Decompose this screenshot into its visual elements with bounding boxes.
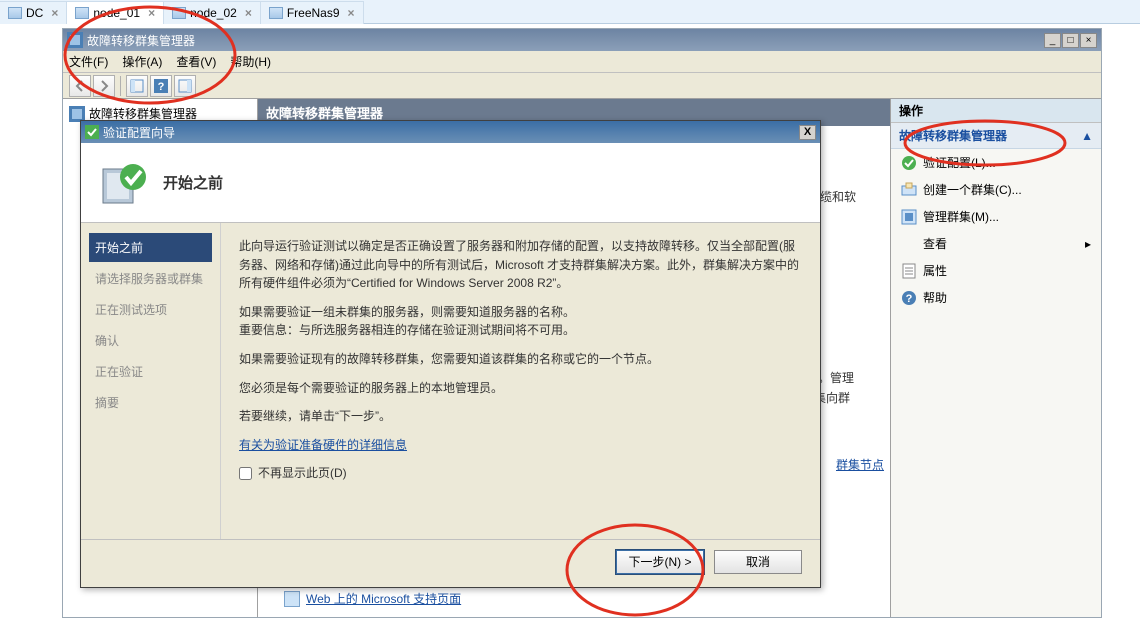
menubar: 文件(F) 操作(A) 查看(V) 帮助(H) <box>63 51 1101 73</box>
vm-tab-bar: DC × node_01 × node_02 × FreeNas9 × <box>0 0 1140 24</box>
action-validate-config[interactable]: 验证配置(L)... <box>891 149 1101 176</box>
action-label: 管理群集(M)... <box>923 208 999 225</box>
action-help[interactable]: ? 帮助 <box>891 284 1101 311</box>
wizard-step-validating: 正在验证 <box>89 357 212 386</box>
vm-tab[interactable]: DC × <box>0 1 67 24</box>
vm-tab-label: node_02 <box>190 6 237 20</box>
dont-show-again-input[interactable] <box>239 467 252 480</box>
wizard-titlebar[interactable]: 验证配置向导 X <box>81 121 820 143</box>
wizard-para: 如果需要验证现有的故障转移群集，您需要知道该群集的名称或它的一个节点。 <box>239 350 802 369</box>
action-label: 创建一个群集(C)... <box>923 181 1022 198</box>
action-label: 属性 <box>923 262 947 279</box>
vm-tab-label: FreeNas9 <box>287 6 340 20</box>
action-properties[interactable]: 属性 <box>891 257 1101 284</box>
forward-button[interactable] <box>93 75 115 97</box>
monitor-icon <box>75 7 89 19</box>
maximize-button[interactable]: □ <box>1062 33 1079 48</box>
link-cluster-nodes[interactable]: 群集节点 <box>836 458 884 472</box>
validate-config-wizard: 验证配置向导 X 开始之前 开始之前 请选择服务器或群集 正在测试选项 确认 正… <box>80 120 821 588</box>
close-icon[interactable]: × <box>348 6 355 20</box>
wizard-header: 开始之前 <box>81 143 820 223</box>
action-create-cluster[interactable]: 创建一个群集(C)... <box>891 176 1101 203</box>
menu-action[interactable]: 操作(A) <box>122 53 162 70</box>
wizard-para: 如果需要验证一组未群集的服务器，则需要知道服务器的名称。 重要信息：与所选服务器… <box>239 303 802 340</box>
wizard-step-testopt: 正在测试选项 <box>89 295 212 324</box>
vm-tab-label: node_01 <box>93 6 140 20</box>
action-manage-cluster[interactable]: 管理群集(M)... <box>891 203 1101 230</box>
actions-header-label: 故障转移群集管理器 <box>899 127 1007 144</box>
link-ms-support[interactable]: Web 上的 Microsoft 支持页面 <box>306 590 461 607</box>
wizard-icon <box>85 125 99 139</box>
wizard-header-icon <box>101 159 149 207</box>
wizard-step-confirm: 确认 <box>89 326 212 355</box>
help-icon: ? <box>901 290 917 306</box>
back-button[interactable] <box>69 75 91 97</box>
vm-tab[interactable]: FreeNas9 × <box>261 1 364 24</box>
web-icon <box>284 591 300 607</box>
app-title: 故障转移群集管理器 <box>87 32 195 49</box>
wizard-para: 若要继续，请单击“下一步”。 <box>239 407 802 426</box>
next-button[interactable]: 下一步(N) > <box>616 550 704 574</box>
cancel-button[interactable]: 取消 <box>714 550 802 574</box>
action-label: 查看 <box>923 235 947 252</box>
menu-view[interactable]: 查看(V) <box>176 53 216 70</box>
wizard-button-bar: 下一步(N) > 取消 <box>81 539 820 583</box>
svg-text:?: ? <box>906 293 913 305</box>
menu-file[interactable]: 文件(F) <box>69 53 108 70</box>
collapse-icon[interactable]: ▲ <box>1081 129 1093 143</box>
wizard-para: 此向导运行验证测试以确定是否正确设置了服务器和附加存储的配置，以支持故障转移。仅… <box>239 237 802 293</box>
show-hide-action-button[interactable] <box>174 75 196 97</box>
svg-text:?: ? <box>158 81 165 93</box>
wizard-step-before[interactable]: 开始之前 <box>89 233 212 262</box>
menu-help[interactable]: 帮助(H) <box>230 53 271 70</box>
wizard-para: 您必须是每个需要验证的服务器上的本地管理员。 <box>239 379 802 398</box>
wizard-step-select: 请选择服务器或群集 <box>89 264 212 293</box>
toolbar: ? <box>63 73 1101 99</box>
close-button[interactable]: × <box>1080 33 1097 48</box>
action-label: 验证配置(L)... <box>923 154 996 171</box>
app-icon <box>67 32 83 48</box>
validate-icon <box>901 155 917 171</box>
properties-icon <box>901 263 917 279</box>
link-hardware-info[interactable]: 有关为验证准备硬件的详细信息 <box>239 438 407 452</box>
help-button[interactable]: ? <box>150 75 172 97</box>
monitor-icon <box>269 7 283 19</box>
dont-show-again-checkbox[interactable]: 不再显示此页(D) <box>239 464 802 483</box>
wizard-nav: 开始之前 请选择服务器或群集 正在测试选项 确认 正在验证 摘要 <box>81 223 221 539</box>
actions-header: 故障转移群集管理器 ▲ <box>891 123 1101 149</box>
vm-tab[interactable]: node_01 × <box>67 1 164 24</box>
actions-pane-title: 操作 <box>891 99 1101 123</box>
titlebar: 故障转移群集管理器 _ □ × <box>63 29 1101 51</box>
close-icon[interactable]: × <box>245 6 252 20</box>
separator <box>120 76 121 96</box>
wizard-body: 开始之前 请选择服务器或群集 正在测试选项 确认 正在验证 摘要 此向导运行验证… <box>81 223 820 539</box>
action-label: 帮助 <box>923 289 947 306</box>
wizard-heading: 开始之前 <box>163 172 223 193</box>
monitor-icon <box>8 7 22 19</box>
wizard-title: 验证配置向导 <box>103 124 175 141</box>
action-view[interactable]: 查看 ▸ <box>891 230 1101 257</box>
close-button[interactable]: X <box>799 125 816 140</box>
manage-cluster-icon <box>901 209 917 225</box>
vm-tab-label: DC <box>26 6 43 20</box>
wizard-content: 此向导运行验证测试以确定是否正确设置了服务器和附加存储的配置，以支持故障转移。仅… <box>221 223 820 539</box>
wizard-step-summary: 摘要 <box>89 388 212 417</box>
monitor-icon <box>172 7 186 19</box>
submenu-arrow-icon: ▸ <box>1085 237 1091 251</box>
actions-pane: 操作 故障转移群集管理器 ▲ 验证配置(L)... 创建一个群集(C)... 管… <box>891 99 1101 617</box>
checkbox-label: 不再显示此页(D) <box>258 464 347 483</box>
vm-tab[interactable]: node_02 × <box>164 1 261 24</box>
close-icon[interactable]: × <box>51 6 58 20</box>
minimize-button[interactable]: _ <box>1044 33 1061 48</box>
close-icon[interactable]: × <box>148 6 155 20</box>
show-hide-tree-button[interactable] <box>126 75 148 97</box>
create-cluster-icon <box>901 182 917 198</box>
